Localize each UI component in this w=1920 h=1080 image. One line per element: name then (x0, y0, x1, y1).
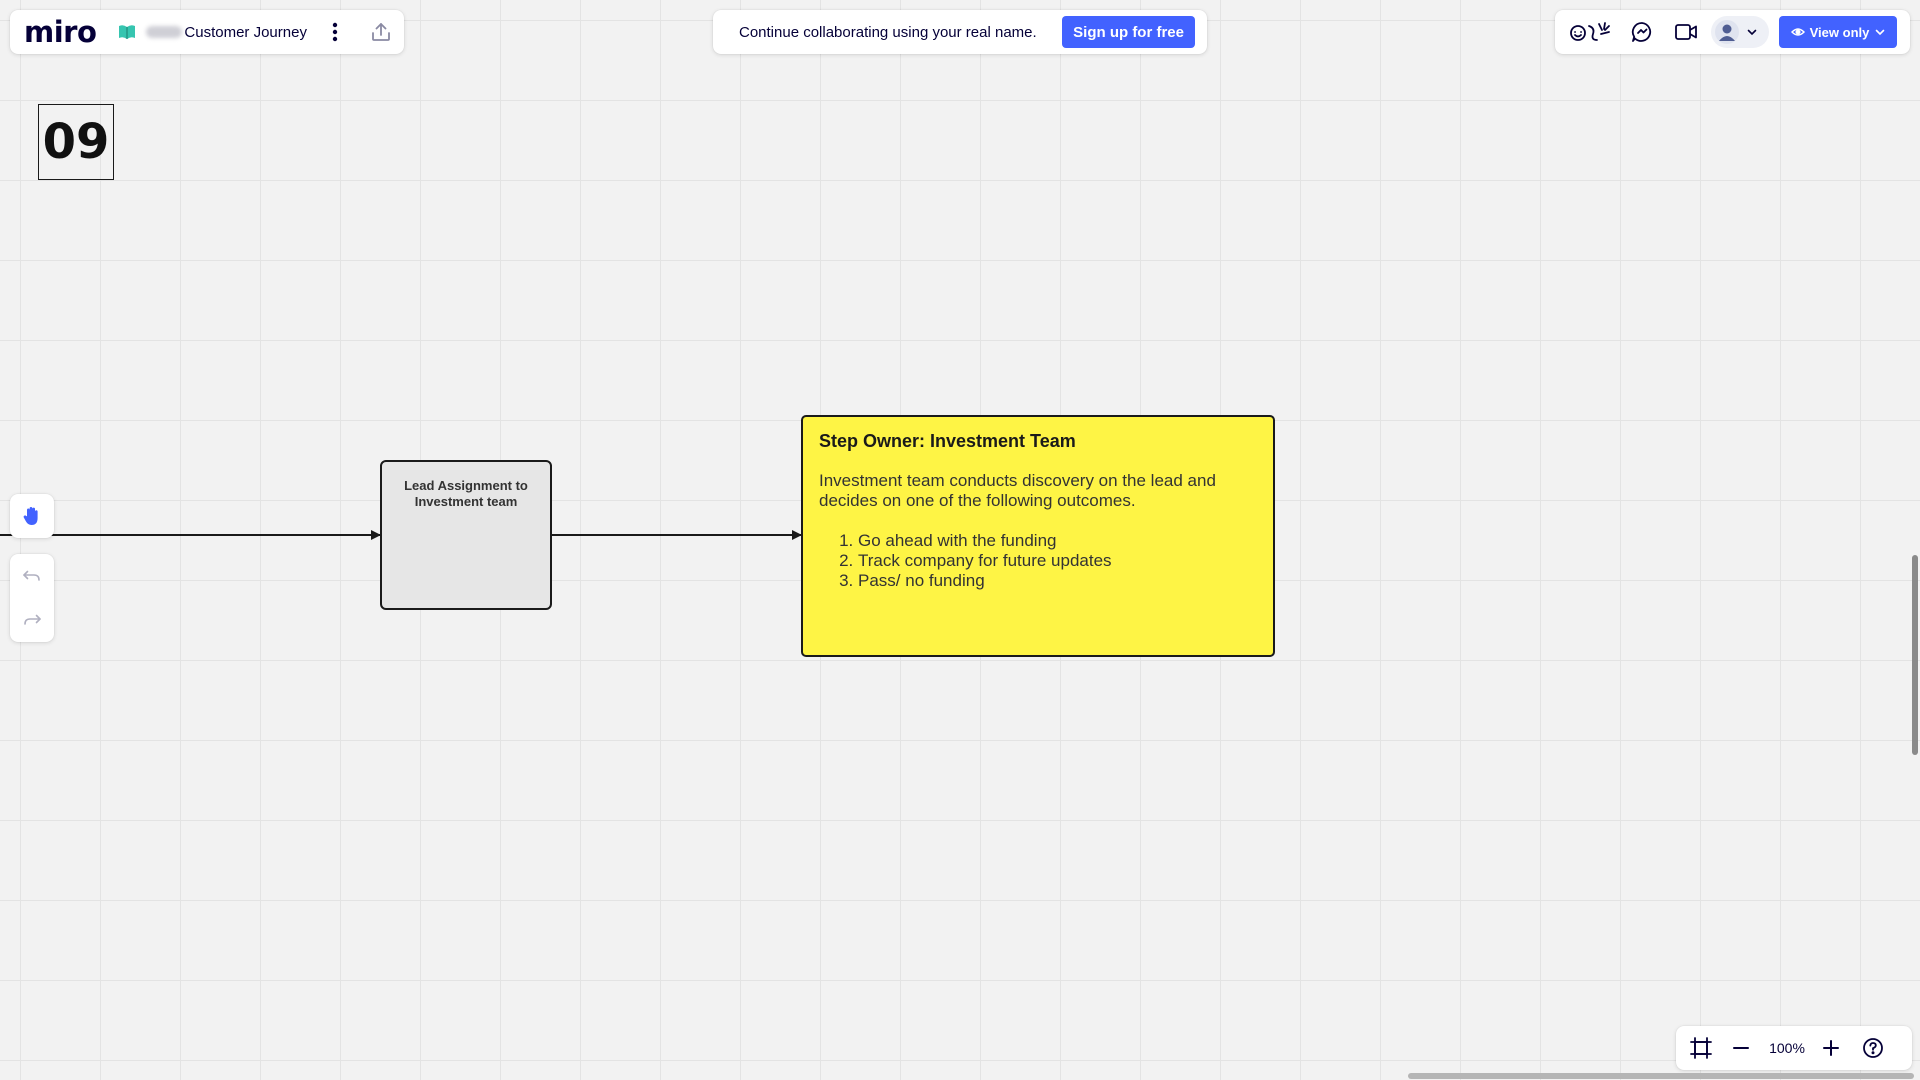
note-body: Investment team conducts discovery on th… (819, 471, 1216, 510)
comment-icon[interactable] (1629, 19, 1655, 45)
fit-screen-icon[interactable] (1688, 1035, 1714, 1061)
zoom-level[interactable]: 100% (1764, 1040, 1810, 1056)
help-icon[interactable] (1860, 1035, 1886, 1061)
note-title: Step Owner: Investment Team (819, 431, 1076, 451)
eye-icon (1790, 27, 1805, 37)
signup-banner: Continue collaborating using your real n… (713, 10, 1207, 54)
horizontal-scrollbar[interactable] (1408, 1073, 1914, 1079)
board-title[interactable]: Customer Journey (146, 24, 307, 41)
outcome-item: Go ahead with the funding (858, 531, 1257, 551)
undo-icon (22, 569, 42, 583)
hand-tool-button[interactable] (10, 494, 54, 538)
chevron-down-icon (1875, 28, 1885, 36)
board-book-icon (118, 22, 138, 42)
undo-button[interactable] (10, 554, 54, 598)
chevron-down-icon (1747, 28, 1757, 36)
zoom-controls: 100% (1676, 1026, 1912, 1070)
video-icon[interactable] (1673, 19, 1699, 45)
view-only-label: View only (1809, 24, 1870, 40)
share-upload-icon[interactable] (369, 20, 393, 44)
sign-up-button[interactable]: Sign up for free (1062, 16, 1195, 48)
banner-text: Continue collaborating using your real n… (739, 23, 1037, 41)
miro-logo[interactable]: miro (24, 15, 97, 49)
more-vertical-icon[interactable] (325, 20, 345, 44)
blurred-text (146, 26, 183, 38)
zoom-in-icon[interactable] (1818, 1035, 1844, 1061)
redo-icon (22, 613, 42, 627)
undo-redo-group (10, 554, 54, 642)
collaboration-toolbar: View only (1555, 10, 1910, 54)
board-title-text: Customer Journey (184, 23, 307, 41)
frame-number-label[interactable]: 09 (38, 104, 114, 180)
zoom-out-icon[interactable] (1728, 1035, 1754, 1061)
hand-tool-icon (21, 505, 43, 527)
view-only-button[interactable]: View only (1779, 16, 1897, 48)
user-menu[interactable] (1711, 16, 1769, 48)
redo-button[interactable] (10, 598, 54, 642)
outcomes-list: Go ahead with the funding Track company … (819, 531, 1257, 591)
step-owner-note[interactable]: Step Owner: Investment Team Investment t… (801, 415, 1275, 657)
user-avatar-icon (1715, 20, 1739, 44)
lead-assignment-shape[interactable]: Lead Assignment to Investment team (380, 460, 552, 610)
board-header: miro Customer Journey (10, 10, 404, 54)
outcome-item: Track company for future updates (858, 551, 1257, 571)
lead-assignment-text: Lead Assignment to Investment team (404, 478, 528, 509)
outcome-item: Pass/ no funding (858, 571, 1257, 591)
vertical-scrollbar[interactable] (1912, 555, 1918, 755)
reactions-icon[interactable] (1569, 18, 1615, 46)
